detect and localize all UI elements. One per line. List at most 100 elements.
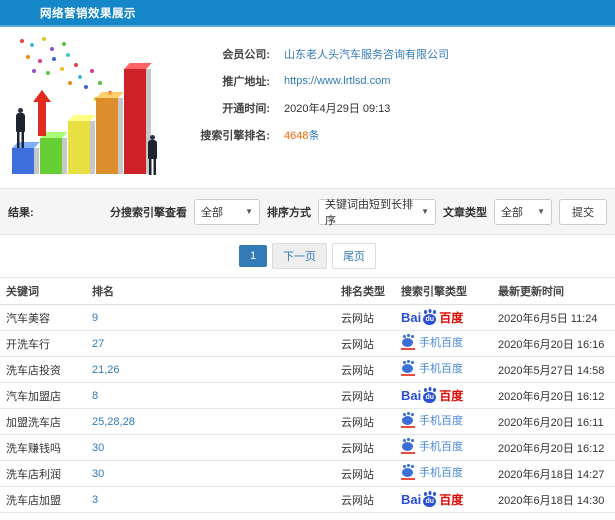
- businessman-right-icon: [146, 135, 158, 175]
- orange-bar-icon: [96, 98, 123, 174]
- company-label: 会员公司:: [222, 48, 270, 61]
- rank-type-cell: 云网站: [341, 494, 374, 507]
- keyword-cell: 汽车美容: [6, 312, 50, 325]
- updated-cell: 2020年6月18日 14:27: [498, 468, 605, 481]
- promo-url-link[interactable]: https://www.lrtlsd.com: [284, 75, 390, 87]
- businessman-left-icon: [14, 108, 26, 148]
- rank-link[interactable]: 21,26: [92, 364, 120, 376]
- updated-cell: 2020年6月20日 16:16: [498, 338, 605, 351]
- mobile-baidu-paw-icon: [401, 360, 415, 376]
- rank-link[interactable]: 3: [92, 494, 98, 506]
- bar-chart-illustration: [0, 27, 178, 188]
- table-row: 汽车加盟店 8 云网站 Baidu百度 手机百度 2020年6月20日 16:1…: [0, 383, 615, 409]
- engine-filter-label: 分搜索引擎查看: [110, 206, 187, 219]
- baidu-paw-icon: du: [422, 492, 438, 507]
- confetti-dots-icon: [20, 39, 24, 43]
- engine-filter-select[interactable]: 全部 ▼: [194, 198, 260, 225]
- mobile-baidu-logo: 手机百度: [401, 464, 463, 480]
- updated-cell: 2020年6月20日 16:12: [498, 390, 605, 403]
- baidu-logo: Bai du 百度: [401, 388, 464, 403]
- updated-cell: 2020年6月18日 14:30: [498, 494, 605, 507]
- filter-bar: 结果: 分搜索引擎查看 全部 ▼ 排序方式 关键词由短到长排序 ▼ 文章类型 全…: [0, 188, 615, 235]
- keyword-cell: 洗车赚钱吗: [6, 442, 61, 455]
- red-bar-icon: [124, 69, 151, 174]
- article-type-label: 文章类型: [443, 206, 487, 219]
- page-header: 网络营销效果展示: [0, 0, 615, 27]
- open-time-value: 2020年4月29日 09:13: [284, 102, 391, 115]
- chevron-down-icon: ▼: [245, 207, 253, 216]
- rank-link[interactable]: 8: [92, 390, 98, 402]
- rank-count-unit: 条: [308, 129, 320, 142]
- results-table: 关键词 排名 排名类型 搜索引擎类型 最新更新时间 汽车美容 9 云网站 Bai…: [0, 277, 615, 513]
- blue-bar-icon: [12, 148, 39, 174]
- table-row: 加盟洗车店 25,28,28 云网站 Baidu百度 手机百度 2020年6月2…: [0, 409, 615, 435]
- mobile-baidu-paw-icon: [401, 438, 415, 454]
- mobile-baidu-paw-icon: [401, 412, 415, 428]
- open-time-label: 开通时间:: [222, 102, 270, 115]
- page-title: 网络营销效果展示: [40, 7, 136, 20]
- table-row: 汽车美容 9 云网站 Baidu百度 手机百度 2020年6月5日 11:24: [0, 305, 615, 331]
- keyword-cell: 汽车加盟店: [6, 390, 61, 403]
- company-name-link[interactable]: 山东老人头汽车服务咨询有限公司: [284, 49, 449, 61]
- rank-link[interactable]: 27: [92, 338, 104, 350]
- rank-type-cell: 云网站: [341, 468, 374, 481]
- col-header-keyword: 关键词: [6, 286, 39, 298]
- mobile-baidu-logo: 手机百度: [401, 412, 463, 428]
- keyword-cell: 加盟洗车店: [6, 416, 61, 429]
- rank-link[interactable]: 9: [92, 312, 98, 324]
- table-row: 开洗车行 27 云网站 Baidu百度 手机百度 2020年6月20日 16:1…: [0, 331, 615, 357]
- updated-cell: 2020年5月27日 14:58: [498, 364, 605, 377]
- rank-type-cell: 云网站: [341, 442, 374, 455]
- mobile-baidu-logo: 手机百度: [401, 360, 463, 376]
- rank-link[interactable]: 30: [92, 468, 104, 480]
- table-row: 洗车赚钱吗 30 云网站 Baidu百度 手机百度 2020年6月20日 16:…: [0, 435, 615, 461]
- article-type-select[interactable]: 全部 ▼: [494, 198, 552, 225]
- page-1-button[interactable]: 1: [238, 245, 268, 267]
- table-row: 洗车店投资 21,26 云网站 Baidu百度 手机百度 2020年5月27日 …: [0, 357, 615, 383]
- next-page-button[interactable]: 下一页: [272, 243, 328, 269]
- engine-filter-value: 全部: [201, 206, 223, 219]
- yellow-bar-icon: [68, 121, 95, 174]
- updated-cell: 2020年6月20日 16:12: [498, 442, 605, 455]
- col-header-updated: 最新更新时间: [498, 286, 564, 298]
- engine-rank-label: 搜索引擎排名:: [200, 129, 270, 142]
- mobile-baidu-logo: 手机百度: [401, 334, 463, 350]
- sort-select[interactable]: 关键词由短到长排序 ▼: [318, 198, 436, 227]
- rank-type-cell: 云网站: [341, 416, 374, 429]
- info-section: 会员公司: 山东老人头汽车服务咨询有限公司 推广地址: https://www.…: [0, 27, 615, 188]
- rank-link[interactable]: 25,28,28: [92, 416, 135, 428]
- rank-type-cell: 云网站: [341, 364, 374, 377]
- info-row-url: 推广地址: https://www.lrtlsd.com: [178, 67, 615, 94]
- info-row-company: 会员公司: 山东老人头汽车服务咨询有限公司: [178, 40, 615, 67]
- info-row-rank: 搜索引擎排名: 4648条: [178, 121, 615, 148]
- rank-link[interactable]: 30: [92, 442, 104, 454]
- sort-value: 关键词由短到长排序: [325, 198, 413, 227]
- promo-url-label: 推广地址:: [222, 75, 270, 88]
- mobile-baidu-paw-icon: [401, 464, 415, 480]
- updated-cell: 2020年6月5日 11:24: [498, 312, 598, 325]
- sort-label: 排序方式: [267, 206, 311, 219]
- result-label: 结果:: [8, 206, 34, 219]
- chevron-down-icon: ▼: [537, 207, 545, 216]
- submit-button[interactable]: 提交: [559, 198, 607, 225]
- keyword-cell: 洗车店利润: [6, 468, 61, 481]
- baidu-logo: Bai du 百度: [401, 310, 464, 325]
- chevron-down-icon: ▼: [421, 207, 429, 216]
- updated-cell: 2020年6月20日 16:11: [498, 416, 604, 429]
- last-page-button[interactable]: 尾页: [332, 243, 377, 269]
- green-bar-icon: [40, 138, 67, 174]
- company-info-panel: 会员公司: 山东老人头汽车服务咨询有限公司 推广地址: https://www.…: [178, 27, 615, 188]
- mobile-baidu-logo: 手机百度: [401, 438, 463, 454]
- rank-type-cell: 云网站: [341, 312, 374, 325]
- table-row: 洗车店加盟 3 云网站 Baidu百度 手机百度 2020年6月18日 14:3…: [0, 487, 615, 513]
- rank-type-cell: 云网站: [341, 338, 374, 351]
- keyword-cell: 开洗车行: [6, 338, 50, 351]
- keyword-cell: 洗车店加盟: [6, 494, 61, 507]
- rank-count-value: 4648: [284, 129, 309, 142]
- col-header-rank-type: 排名类型: [341, 286, 385, 298]
- mobile-baidu-paw-icon: [401, 334, 415, 350]
- baidu-paw-icon: du: [422, 388, 438, 403]
- info-row-opened: 开通时间: 2020年4月29日 09:13: [178, 94, 615, 121]
- baidu-logo: Bai du 百度: [401, 492, 464, 507]
- baidu-paw-icon: du: [422, 310, 438, 325]
